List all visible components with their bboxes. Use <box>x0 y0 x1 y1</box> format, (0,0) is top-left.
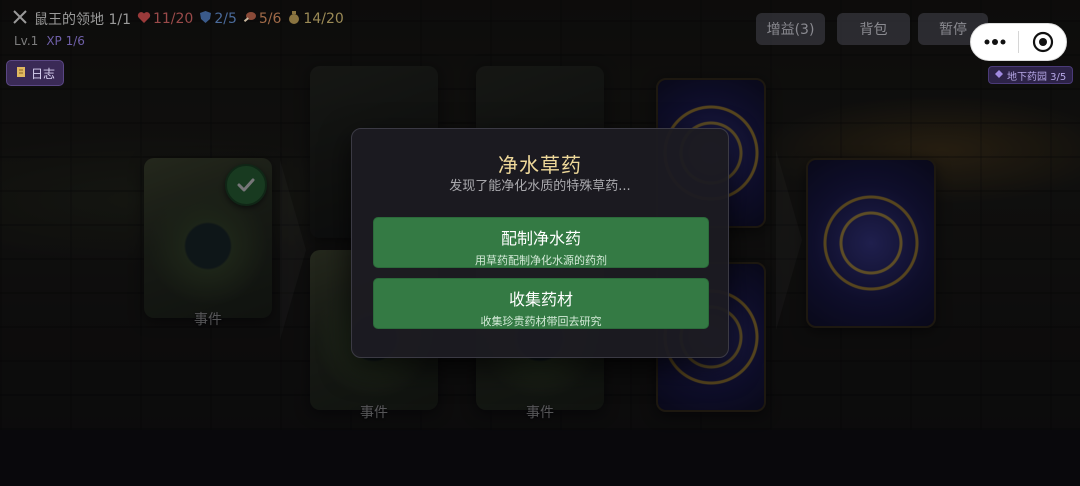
meat-icon <box>243 10 257 28</box>
log-button[interactable]: 日志 <box>6 60 65 86</box>
bag-button[interactable]: 背包 <box>837 13 910 45</box>
level-value: Lv.1 <box>14 34 39 48</box>
event-dialog: 净水草药 发现了能净化水质的特殊草药... 配制净水药 用草药配制净化水源的药剂… <box>351 128 729 358</box>
area-progress-badge: 地下药园 3/5 <box>988 66 1074 84</box>
log-button-label: 日志 <box>31 66 56 81</box>
food-stat: 5/6 <box>243 10 282 28</box>
level-info: Lv.1 XP 1/6 <box>14 34 85 48</box>
xp-value: XP 1/6 <box>46 34 85 48</box>
gold-stat: 14/20 <box>287 10 344 28</box>
shield-value: 2/5 <box>214 11 237 27</box>
shield-stat: 2/5 <box>199 10 237 28</box>
area-progress-label: 地下药园 3/5 <box>1007 71 1067 83</box>
diamond-icon <box>995 69 1003 81</box>
shield-icon <box>199 10 212 28</box>
gold-value: 14/20 <box>303 11 344 27</box>
more-menu-icon[interactable] <box>971 24 1018 60</box>
scroll-icon <box>15 66 27 81</box>
money-bag-icon <box>287 10 301 28</box>
crossed-swords-icon <box>12 9 28 29</box>
choice-subtitle: 用草药配制净化水源的药剂 <box>475 254 607 267</box>
close-target-icon[interactable] <box>1019 24 1066 60</box>
heart-icon <box>137 11 151 28</box>
mini-program-capsule <box>970 23 1067 61</box>
choice-collect-herbs-button[interactable]: 收集药材 收集珍贵药材带回去研究 <box>373 278 709 329</box>
choice-title: 收集药材 <box>508 290 573 309</box>
choice-brew-potion-button[interactable]: 配制净水药 用草药配制净化水源的药剂 <box>373 217 709 268</box>
choice-title: 配制净水药 <box>500 229 581 248</box>
hp-stat: 11/20 <box>137 11 193 28</box>
hp-value: 11/20 <box>152 11 194 27</box>
choice-subtitle: 收集珍贵药材带回去研究 <box>480 315 602 328</box>
location-name: 鼠王的领地 1/1 <box>34 12 131 28</box>
dialog-description: 发现了能净化水质的特殊草药... <box>449 179 631 194</box>
dialog-title: 净水草药 <box>498 153 582 177</box>
buffs-button[interactable]: 增益(3) <box>756 13 825 45</box>
status-bar: 鼠王的领地 1/1 11/20 2/5 5/6 14/20 <box>12 9 344 29</box>
food-value: 5/6 <box>258 11 282 27</box>
